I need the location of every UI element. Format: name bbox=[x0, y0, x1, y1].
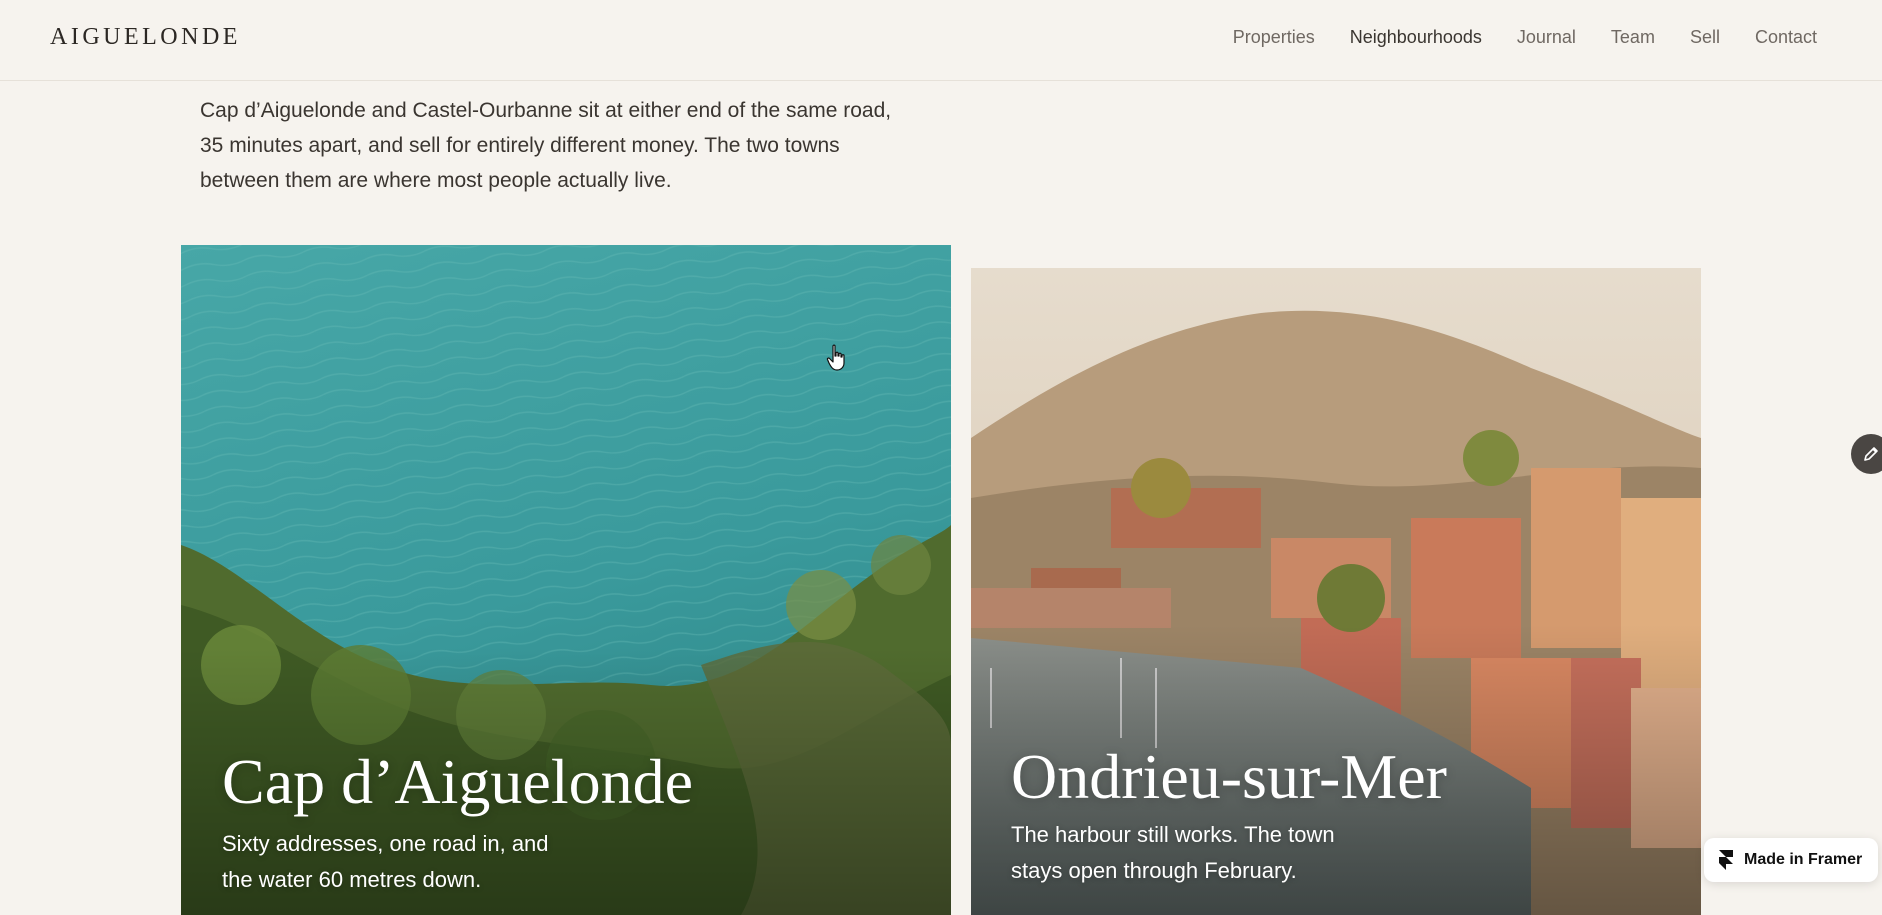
neighbourhood-card-ondrieu-sur-mer[interactable]: Ondrieu-sur-Mer The harbour still works.… bbox=[971, 268, 1701, 915]
site-header: AIGUELONDE Properties Neighbourhoods Jou… bbox=[0, 0, 1882, 81]
card-description: Sixty addresses, one road in, and the wa… bbox=[222, 831, 549, 892]
card-title: Cap d’Aiguelonde bbox=[222, 746, 693, 817]
card-description: The harbour still works. The town stays … bbox=[1011, 822, 1335, 883]
nav-link-properties[interactable]: Properties bbox=[1233, 27, 1315, 48]
nav-link-contact[interactable]: Contact bbox=[1755, 27, 1817, 48]
card-title: Ondrieu-sur-Mer bbox=[1011, 741, 1447, 812]
nav-link-sell[interactable]: Sell bbox=[1690, 27, 1720, 48]
nav-link-team[interactable]: Team bbox=[1611, 27, 1655, 48]
nav-link-neighbourhoods[interactable]: Neighbourhoods bbox=[1350, 27, 1482, 48]
nav-link-journal[interactable]: Journal bbox=[1517, 27, 1576, 48]
framer-logo-icon bbox=[1719, 850, 1733, 870]
pencil-icon bbox=[1864, 447, 1878, 461]
made-in-framer-label: Made in Framer bbox=[1744, 851, 1863, 868]
main-nav: Properties Neighbourhoods Journal Team S… bbox=[1233, 27, 1817, 48]
site-logo[interactable]: AIGUELONDE bbox=[50, 24, 241, 51]
edit-button[interactable] bbox=[1851, 434, 1882, 474]
intro-paragraph: Cap d’Aiguelonde and Castel-Ourbanne sit… bbox=[200, 99, 892, 192]
hand-cursor-icon bbox=[826, 344, 845, 371]
made-in-framer-badge[interactable]: Made in Framer bbox=[1704, 838, 1878, 882]
